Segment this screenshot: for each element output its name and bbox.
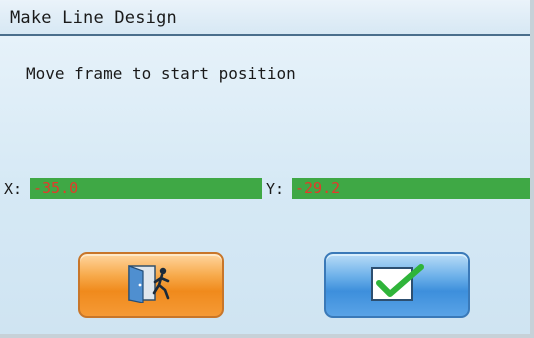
x-coordinate-field: -35.0 — [30, 178, 262, 199]
dialog-title: Make Line Design — [10, 8, 177, 28]
y-coordinate-label: Y: — [266, 180, 285, 198]
exit-button[interactable] — [78, 252, 224, 318]
checkmark-icon — [369, 263, 425, 307]
exit-door-icon — [126, 263, 176, 307]
make-line-design-dialog: Make Line Design Move frame to start pos… — [0, 0, 534, 338]
confirm-button[interactable] — [324, 252, 470, 318]
y-coordinate-field: -29.2 — [292, 178, 530, 199]
x-coordinate-label: X: — [4, 180, 23, 198]
instruction-message: Move frame to start position — [26, 64, 296, 83]
title-bar: Make Line Design — [0, 0, 530, 36]
